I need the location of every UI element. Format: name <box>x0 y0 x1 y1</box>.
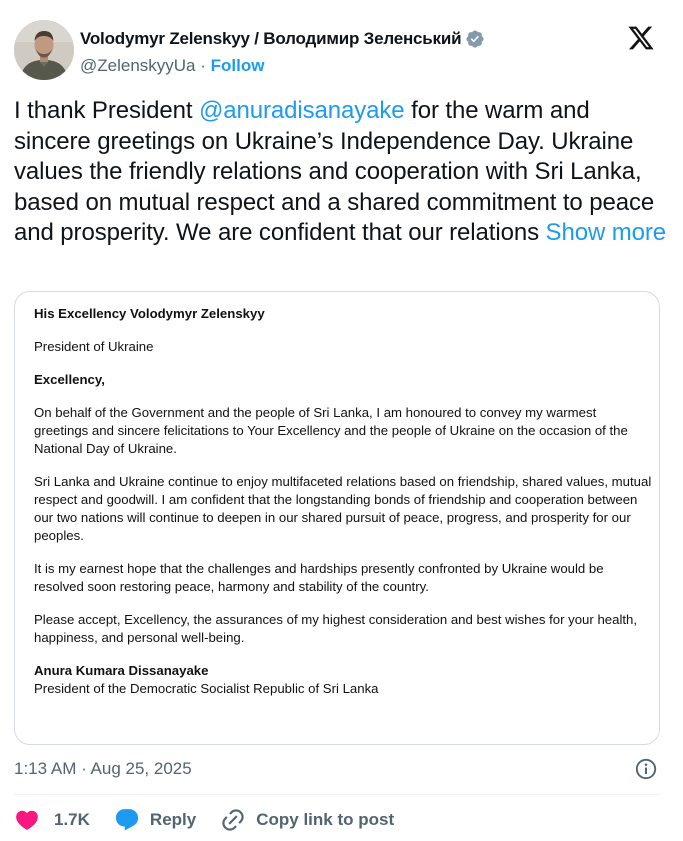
x-logo-icon[interactable] <box>627 24 655 52</box>
letter-content: His Excellency Volodymyr Zelenskyy Presi… <box>34 305 654 698</box>
like-button[interactable]: 1.7K <box>14 807 90 833</box>
avatar[interactable] <box>14 20 74 80</box>
verified-badge-icon[interactable] <box>465 29 485 49</box>
heart-icon <box>16 810 38 830</box>
letter-paragraph: Please accept, Excellency, the assurance… <box>34 612 638 645</box>
letter-paragraph: Sri Lanka and Ukraine continue to enjoy … <box>34 474 652 543</box>
letter-paragraph: It is my earnest hope that the challenge… <box>34 561 604 594</box>
letter-image[interactable]: His Excellency Volodymyr Zelenskyy Presi… <box>14 291 660 745</box>
author-handle-row: @ZelenskyyUa · Follow <box>80 56 264 76</box>
tweet-timestamp[interactable]: 1:13 AM · Aug 25, 2025 <box>14 759 192 779</box>
reply-label: Reply <box>149 810 197 829</box>
tweet-header: Volodymyr Zelenskyy / Володимир Зеленськ… <box>14 20 669 82</box>
letter-recipient-title: President of Ukraine <box>34 339 154 354</box>
letter-greeting: Excellency, <box>34 372 105 387</box>
divider <box>14 794 660 795</box>
mention-link[interactable]: @anuradisanayake <box>199 97 405 124</box>
like-count: 1.7K <box>54 810 90 829</box>
copy-link-label: Copy link to post <box>256 810 395 829</box>
show-more-link[interactable]: Show more <box>546 219 667 246</box>
tweet-text: I thank President @anuradisanayake for t… <box>14 96 670 249</box>
tweet-text-intro: I thank President <box>14 97 199 124</box>
handle-separator: · <box>200 56 211 75</box>
reply-button[interactable]: Reply <box>114 807 196 833</box>
author-display-name[interactable]: Volodymyr Zelenskyy / Володимир Зеленськ… <box>80 29 462 49</box>
follow-button[interactable]: Follow <box>211 56 265 75</box>
speech-bubble-icon <box>115 809 139 831</box>
author-handle[interactable]: @ZelenskyyUa <box>80 56 196 75</box>
link-icon <box>222 809 244 831</box>
copy-link-button[interactable]: Copy link to post <box>220 807 394 833</box>
letter-recipient-name: His Excellency Volodymyr Zelenskyy <box>34 306 265 321</box>
author-name-row: Volodymyr Zelenskyy / Володимир Зеленськ… <box>80 29 485 49</box>
info-icon[interactable] <box>634 757 658 781</box>
action-bar: 1.7K Reply Copy link to post <box>14 806 418 834</box>
letter-signature-name: Anura Kumara Dissanayake <box>34 663 209 678</box>
letter-signature-title: President of the Democratic Socialist Re… <box>34 681 379 696</box>
letter-paragraph: On behalf of the Government and the peop… <box>34 405 628 456</box>
